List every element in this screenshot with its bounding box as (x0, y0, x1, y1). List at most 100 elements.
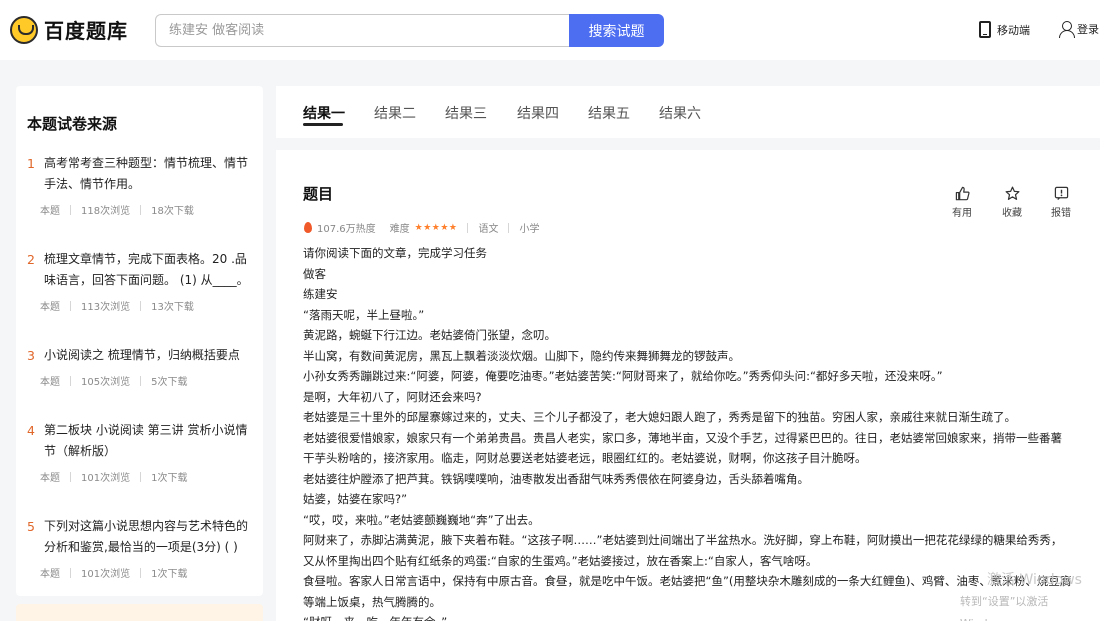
mobile-label: 移动端 (997, 23, 1030, 37)
body-paragraph: 姑婆，姑婆在家吗?” (303, 492, 408, 506)
body-paragraph: “落雨天呢，半上昼啦。” (303, 307, 425, 322)
tab-result-3[interactable]: 结果三 (445, 103, 487, 123)
thumbs-up-icon (955, 186, 970, 201)
search-button[interactable]: 搜索试题 (569, 14, 664, 47)
tab-result-4[interactable]: 结果四 (517, 103, 559, 123)
active-tab-indicator (303, 123, 343, 126)
source-title[interactable]: 高考常考查三种题型：情节梳理、情节手法、情节作用。 (44, 153, 255, 195)
source-item[interactable]: 1 高考常考查三种题型：情节梳理、情节手法、情节作用。 本题 118次浏览 18… (27, 156, 255, 217)
source-title[interactable]: 第二板块 小说阅读 第三讲 赏析小说情节（解析版） (44, 420, 255, 462)
source-tag: 本题 (40, 473, 60, 484)
source-item[interactable]: 5 下列对这篇小说思想内容与艺术特色的分析和鉴赏,最恰当的一项是(3分) ( )… (27, 519, 255, 580)
body-paragraph: 食昼啦。客家人日常言语中，保持有中原古音。食昼，就是吃中午饭。老姑婆把“鱼”(用… (303, 574, 1072, 609)
source-views: 113次浏览 (81, 302, 131, 313)
source-tag: 本题 (40, 377, 60, 388)
tab-result-5[interactable]: 结果五 (588, 103, 630, 123)
watermark-line-1: 激活 Windows (987, 572, 1082, 588)
difficulty-stars: ★★★★★ (414, 222, 458, 233)
divider (467, 222, 469, 233)
source-index: 1 (27, 156, 35, 171)
tab-result-1[interactable]: 结果一 (303, 103, 345, 123)
source-item[interactable]: 3 小说阅读之 梳理情节，归纳概括要点 本题 105次浏览 5次下载 (27, 348, 255, 388)
source-views: 101次浏览 (81, 473, 131, 484)
useful-button[interactable]: 有用 (947, 186, 977, 219)
divider (70, 300, 71, 311)
source-item[interactable]: 2 梳理文章情节，完成下面表格。20 .品味语言，回答下面问题。 (1) 从__… (27, 252, 255, 313)
divider (140, 204, 142, 215)
source-meta: 本题 105次浏览 5次下载 (40, 373, 255, 388)
source-tag: 本题 (40, 206, 60, 217)
subject-tag[interactable]: 语文 (478, 220, 498, 235)
source-title[interactable]: 下列对这篇小说思想内容与艺术特色的分析和鉴赏,最恰当的一项是(3分) ( ) (44, 516, 255, 558)
baidu-tiku-logo[interactable]: 百度题库 (10, 15, 128, 44)
divider (70, 375, 71, 386)
source-title[interactable]: 梳理文章情节，完成下面表格。20 .品味语言，回答下面问题。 (1) 从____… (44, 249, 255, 291)
search-box[interactable] (155, 14, 570, 47)
heat-count: 107.6万热度 (317, 224, 376, 235)
question-body: 请你阅读下面的文章，完成学习任务 做客 练建安 “落雨天呢，半上昼啦。” 黄泥路… (303, 243, 1073, 621)
difficulty-label: 难度 (389, 224, 410, 235)
body-paragraph: 小孙女秀秀蹦跳过来:“阿婆，阿婆，俺要吃油枣。”老姑婆苦笑:“阿财哥来了，就给你… (303, 369, 943, 383)
source-index: 5 (27, 519, 35, 534)
promo-banner[interactable] (16, 604, 263, 621)
level-tag[interactable]: 小学 (519, 220, 539, 235)
windows-activation-watermark: 激活 Windows 转到“设置”以激活 Windows。 (960, 569, 1100, 621)
source-downloads: 18次下载 (151, 206, 194, 217)
favorite-label: 收藏 (1002, 208, 1022, 219)
source-index: 3 (27, 348, 35, 363)
divider (508, 222, 510, 233)
body-paragraph: 老姑婆很爱惜娘家，娘家只有一个弟弟贵昌。贵昌人老实，家口多，薄地半亩，又没个手艺… (303, 430, 1062, 466)
logo-icon (10, 15, 38, 44)
divider (140, 567, 142, 578)
divider (70, 567, 71, 578)
panel-title: 本题试卷来源 (27, 115, 118, 133)
source-title[interactable]: 小说阅读之 梳理情节，归纳概括要点 (44, 345, 255, 366)
star-icon (1005, 186, 1019, 200)
body-paragraph: 老姑婆是三十里外的邱屋寨嫁过来的，丈夫、三个儿子都没了，老大媳妇跟人跑了，秀秀是… (303, 410, 1016, 424)
body-paragraph: “财呀，来，吃，年年有余。” (303, 612, 1073, 621)
body-paragraph: 是啊，大年初八了，阿财还会来吗? (303, 389, 482, 404)
divider (140, 471, 142, 482)
login-link[interactable]: 登录 (1059, 21, 1099, 38)
source-meta: 本题 101次浏览 1次下载 (40, 565, 255, 580)
report-button[interactable]: 报错 (1046, 186, 1076, 219)
divider (140, 375, 142, 386)
question-title: 题目 (303, 185, 334, 203)
body-paragraph: 练建安 (303, 287, 338, 301)
tab-result-2[interactable]: 结果二 (374, 103, 416, 123)
source-views: 105次浏览 (81, 377, 131, 388)
source-item[interactable]: 4 第二板块 小说阅读 第三讲 赏析小说情节（解析版） 本题 101次浏览 1次… (27, 423, 255, 484)
source-views: 101次浏览 (81, 569, 131, 580)
source-downloads: 1次下载 (151, 569, 188, 580)
body-paragraph: 请你阅读下面的文章，完成学习任务 (303, 246, 487, 260)
source-meta: 本题 118次浏览 18次下载 (40, 202, 255, 217)
source-downloads: 13次下载 (151, 302, 194, 313)
flame-icon (304, 222, 312, 233)
report-icon (1054, 186, 1068, 201)
source-views: 118次浏览 (81, 206, 131, 217)
body-paragraph: 做客 (303, 266, 326, 281)
exam-source-panel: 本题试卷来源 1 高考常考查三种题型：情节梳理、情节手法、情节作用。 本题 11… (16, 86, 263, 596)
search-input[interactable] (156, 15, 570, 46)
source-downloads: 5次下载 (151, 377, 188, 388)
body-paragraph: “哎，哎，来啦。”老姑婆颤巍巍地“奔”了出去。 (303, 512, 540, 527)
report-label: 报错 (1051, 208, 1071, 219)
source-index: 4 (27, 423, 35, 438)
divider (70, 204, 71, 215)
result-tabs: 结果一 结果二 结果三 结果四 结果五 结果六 (276, 86, 1100, 138)
source-meta: 本题 113次浏览 13次下载 (40, 298, 255, 313)
logo-text: 百度题库 (44, 19, 128, 43)
body-paragraph: 黄泥路，蜿蜒下行江边。老姑婆倚门张望，念叨。 (303, 328, 556, 342)
useful-label: 有用 (952, 208, 972, 219)
top-header: 百度题库 搜索试题 移动端 登录 (0, 0, 1100, 60)
user-icon (1059, 21, 1075, 38)
source-tag: 本题 (40, 302, 60, 313)
question-card: 题目 107.6万热度 难度 ★★★★★ 语文 小学 有用 收藏 报错 请你阅读… (276, 150, 1100, 621)
divider (70, 471, 71, 482)
phone-icon (979, 21, 991, 38)
mobile-link[interactable]: 移动端 (979, 21, 1030, 38)
source-meta: 本题 101次浏览 1次下载 (40, 469, 255, 484)
login-label: 登录 (1077, 23, 1099, 36)
favorite-button[interactable]: 收藏 (997, 186, 1027, 219)
tab-result-6[interactable]: 结果六 (659, 103, 701, 123)
